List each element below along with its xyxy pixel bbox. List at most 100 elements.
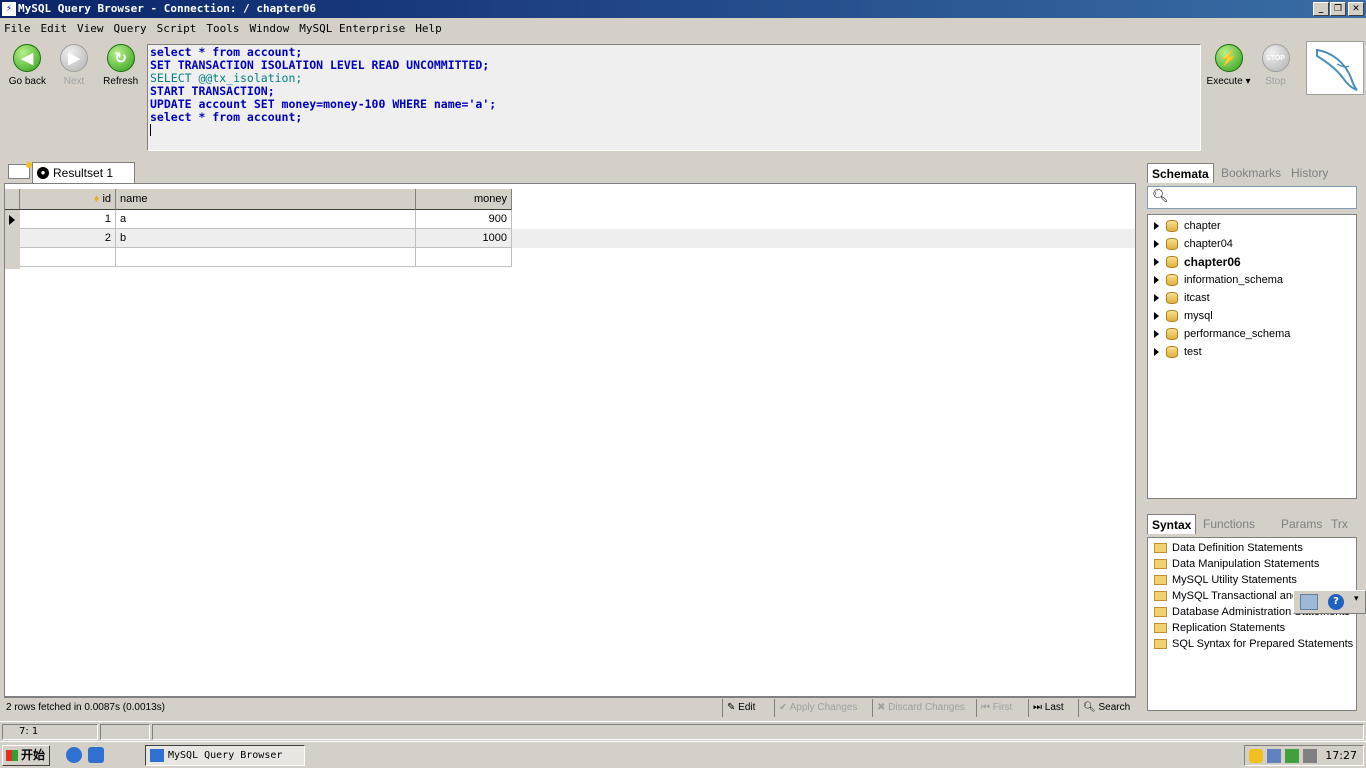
discard-label: Discard Changes [888, 702, 965, 713]
first-icon: ⏮ [981, 702, 993, 713]
ie-icon[interactable] [66, 747, 82, 763]
first-button[interactable]: ⏮ First [976, 699, 1024, 717]
schema-item[interactable]: mysql [1148, 307, 1356, 325]
cell-money[interactable] [416, 248, 512, 267]
schema-item[interactable]: performance_schema [1148, 325, 1356, 343]
tab-resultset-1[interactable]: ● Resultset 1 [32, 162, 135, 183]
tab-functions[interactable]: Functions [1203, 514, 1255, 534]
syntax-item[interactable]: Data Definition Statements [1148, 540, 1356, 556]
folder-icon [1154, 623, 1167, 633]
expand-arrow-icon[interactable] [1154, 276, 1159, 284]
start-button[interactable]: 开始 [2, 745, 50, 766]
menu-tools[interactable]: Tools [206, 22, 239, 35]
cell-id[interactable]: 2 [20, 229, 116, 248]
result-grid[interactable]: ♦ id name money 1 a 900 2 b 1000 [4, 183, 1136, 697]
apply-changes-button[interactable]: ✔ Apply Changes [774, 699, 870, 717]
lightning-icon: ⚡ [1214, 44, 1243, 72]
database-icon [1166, 346, 1178, 358]
expand-arrow-icon[interactable] [1154, 348, 1159, 356]
minimize-button[interactable]: _ [1313, 2, 1329, 16]
tab-bookmarks[interactable]: Bookmarks [1221, 163, 1281, 183]
syntax-label: Replication Statements [1172, 622, 1286, 634]
menu-view[interactable]: View [77, 22, 104, 35]
discard-changes-button[interactable]: ✖ Discard Changes [872, 699, 972, 717]
folder-icon [1154, 591, 1167, 601]
sql-editor[interactable]: select * from account; SET TRANSACTION IS… [147, 44, 1201, 151]
tab-params[interactable]: Params [1281, 514, 1322, 534]
column-header-label: id [102, 193, 111, 205]
expand-arrow-icon[interactable] [1154, 312, 1159, 320]
edit-button[interactable]: ✎ Edit [722, 699, 772, 717]
syntax-list[interactable]: Data Definition Statements Data Manipula… [1147, 537, 1357, 711]
tab-trx[interactable]: Trx [1331, 514, 1348, 534]
cell-id[interactable]: 1 [20, 210, 116, 229]
schema-item-active[interactable]: chapter06 [1148, 253, 1356, 271]
restore-button[interactable]: ❐ [1330, 2, 1346, 16]
menu-file[interactable]: File [4, 22, 31, 35]
show-desktop-icon[interactable] [88, 747, 104, 763]
refresh-button[interactable]: ↻ Refresh [97, 44, 144, 92]
menu-edit[interactable]: Edit [41, 22, 68, 35]
column-header-id[interactable]: ♦ id [20, 189, 116, 210]
menu-window[interactable]: Window [250, 22, 290, 35]
options-icon[interactable]: ▾ [1354, 594, 1359, 604]
expand-arrow-icon[interactable] [1154, 222, 1159, 230]
stop-button[interactable]: STOP Stop [1252, 44, 1299, 92]
schema-item[interactable]: chapter [1148, 217, 1356, 235]
search-icon: 🔍︎ [1083, 702, 1099, 713]
help-icon[interactable]: ? [1328, 594, 1344, 610]
speaker-icon[interactable] [1285, 749, 1299, 763]
stop-icon: STOP [1261, 44, 1290, 72]
last-button[interactable]: ⏭ Last [1028, 699, 1076, 717]
keyboard-icon[interactable] [1300, 594, 1318, 610]
search-icon: 🔍︎ [1152, 189, 1169, 204]
schema-item[interactable]: test [1148, 343, 1356, 361]
tab-syntax[interactable]: Syntax [1147, 514, 1197, 534]
next-button[interactable]: ▶ Next [51, 44, 98, 92]
shield-icon[interactable] [1249, 749, 1263, 763]
schema-item[interactable]: itcast [1148, 289, 1356, 307]
close-button[interactable]: ✕ [1348, 2, 1364, 16]
next-label: Next [63, 76, 85, 87]
syntax-item[interactable]: Data Manipulation Statements [1148, 556, 1356, 572]
search-button[interactable]: 🔍︎ Search [1078, 699, 1134, 717]
folder-icon [1154, 607, 1167, 617]
tab-history[interactable]: History [1291, 163, 1328, 183]
fetch-status: 2 rows fetched in 0.0087s (0.0013s) [6, 702, 165, 713]
tab-schemata[interactable]: Schemata [1147, 163, 1214, 183]
cell-money[interactable]: 900 [416, 210, 512, 229]
new-tab-icon[interactable] [8, 162, 32, 179]
expand-arrow-icon[interactable] [1154, 258, 1159, 266]
execute-label: Execute ▾ [1206, 76, 1251, 87]
menu-script[interactable]: Script [157, 22, 197, 35]
schema-search-input[interactable]: 🔍︎ [1147, 186, 1357, 209]
network-icon[interactable] [1267, 749, 1281, 763]
syntax-item[interactable]: SQL Syntax for Prepared Statements [1148, 636, 1356, 652]
syntax-item[interactable]: Replication Statements [1148, 620, 1356, 636]
cell-money[interactable]: 1000 [416, 229, 512, 248]
cell-name[interactable] [116, 248, 416, 267]
column-header-money[interactable]: money [416, 189, 512, 210]
schema-tree[interactable]: chapter chapter04 chapter06 information_… [1147, 214, 1357, 499]
sql-line: SELECT @@tx_isolation; [150, 72, 1198, 85]
taskbar-item-query-browser[interactable]: MySQL Query Browser [145, 745, 305, 766]
expand-arrow-icon[interactable] [1154, 240, 1159, 248]
column-header-name[interactable]: name [116, 189, 416, 210]
cell-name[interactable]: a [116, 210, 416, 229]
schema-item[interactable]: chapter04 [1148, 235, 1356, 253]
menu-help[interactable]: Help [415, 22, 442, 35]
column-header-label: name [120, 193, 148, 205]
cell-name[interactable]: b [116, 229, 416, 248]
expand-arrow-icon[interactable] [1154, 294, 1159, 302]
menu-query[interactable]: Query [114, 22, 147, 35]
menu-mysql-enterprise[interactable]: MySQL Enterprise [299, 22, 405, 35]
vm-icon[interactable] [1303, 749, 1317, 763]
expand-arrow-icon[interactable] [1154, 330, 1159, 338]
execute-button[interactable]: ⚡ Execute ▾ [1205, 44, 1252, 92]
window-title: MySQL Query Browser - Connection: / chap… [18, 2, 317, 15]
table-row[interactable]: 2 b 1000 [20, 229, 1135, 248]
cell-id[interactable] [20, 248, 116, 267]
schema-item[interactable]: information_schema [1148, 271, 1356, 289]
go-back-button[interactable]: ◀ Go back [4, 44, 51, 92]
syntax-item[interactable]: MySQL Utility Statements [1148, 572, 1356, 588]
